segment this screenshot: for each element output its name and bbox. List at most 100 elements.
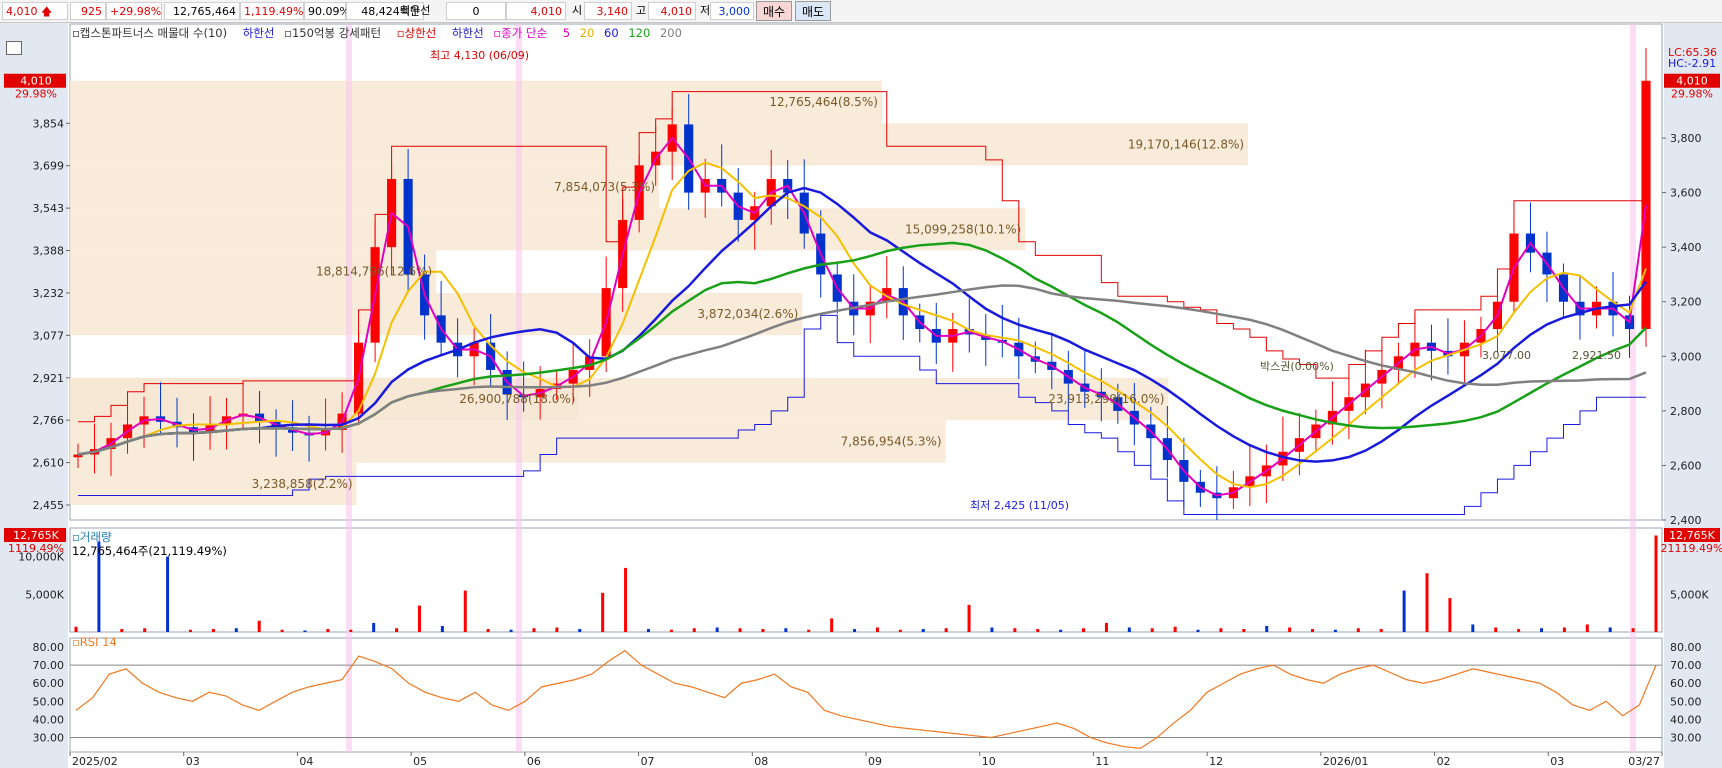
- right-axis-label: 3,600: [1670, 187, 1702, 200]
- volume-bar: [1585, 624, 1589, 632]
- ma-value-label: 3,077.00: [1482, 349, 1531, 362]
- legend-item-volume-profile-label: 캡스톤파트너스 매물대 수(10): [79, 26, 228, 40]
- legend-ma120: 120: [628, 26, 651, 40]
- x-axis-label: 08: [754, 755, 768, 768]
- x-axis-label: 03/27: [1628, 755, 1660, 768]
- x-axis-label: 12: [1209, 755, 1223, 768]
- volume-profile-label: 3,238,858(2.2%): [252, 477, 353, 491]
- volume-bar: [921, 628, 925, 632]
- volume-bar: [853, 628, 857, 632]
- legend-item-lower-band: 하한선: [242, 26, 275, 40]
- volume-bar: [280, 629, 284, 632]
- volume-profile-label: 3,872,034(2.6%): [697, 307, 798, 321]
- rsi-axis-label-right: 60.00: [1670, 677, 1702, 690]
- x-axis-label: 07: [641, 755, 655, 768]
- rsi-axis-label: 50.00: [33, 695, 65, 708]
- left-volume-flag-text: 12,765K: [13, 529, 59, 542]
- rsi-axis-label: 80.00: [33, 641, 65, 654]
- volume-bar: [692, 628, 696, 632]
- candle-body: [1641, 80, 1651, 330]
- volume-profile-bar: [70, 208, 1026, 251]
- volume-bar: [967, 604, 971, 632]
- volume-bar: [349, 629, 353, 632]
- left-axis-label: 3,854: [33, 117, 65, 130]
- volume-bar: [898, 629, 902, 632]
- volume-bar: [395, 628, 399, 632]
- rsi-axis-label-right: 30.00: [1670, 732, 1702, 745]
- volume-bar: [1196, 629, 1200, 632]
- left-axis-label: 3,388: [33, 245, 65, 258]
- volume-bar: [143, 628, 147, 632]
- legend-item-ma: ▫종가 단순: [493, 26, 548, 40]
- volume-bar: [875, 627, 879, 632]
- volume-bar: [601, 592, 605, 632]
- low-annotation: 최저 2,425 (11/05): [970, 499, 1069, 512]
- right-axis-label: 3,800: [1670, 132, 1702, 145]
- x-axis-label: 03: [1550, 755, 1564, 768]
- volume-bar: [1013, 628, 1017, 632]
- volume-bar: [738, 628, 742, 632]
- event-highlight: [346, 24, 352, 752]
- volume-axis-label-right: 5,000K: [1670, 588, 1709, 601]
- left-axis-label: 2,610: [33, 457, 65, 470]
- right-pct-flag-text: 29.98%: [1671, 88, 1713, 101]
- volume-profile-label: 18,814,796(12.6%): [316, 265, 432, 279]
- volume-bar: [372, 622, 376, 632]
- volume-bar: [555, 627, 559, 632]
- volume-bar: [1265, 625, 1269, 632]
- left-axis-label: 3,543: [33, 202, 65, 215]
- volume-bar: [944, 628, 948, 632]
- legend-ma20: 20: [579, 26, 595, 40]
- legend-item-pattern-label: 150억봉 강세패턴: [291, 26, 382, 40]
- volume-bar: [1379, 628, 1383, 632]
- legend-item-upper-label: 상한선: [404, 26, 437, 40]
- volume-bar: [1517, 628, 1521, 632]
- volume-axis-label: 5,000K: [25, 588, 64, 601]
- right-volume-flag-pct: 21119.49%: [1661, 542, 1722, 555]
- volume-profile-label: 15,099,258(10.1%): [905, 222, 1021, 236]
- rsi-axis-label-right: 80.00: [1670, 641, 1702, 654]
- volume-bar: [784, 628, 788, 632]
- legend-item-volume-profile: ▫캡스톤파트너스 매물대 수(10): [72, 26, 228, 40]
- volume-bar: [1448, 598, 1452, 632]
- price-chart[interactable]: 3,238,858(2.2%) 7,856,954(5.3%) 26,900,788…: [0, 0, 1722, 768]
- volume-bar: [1333, 629, 1337, 632]
- volume-bar: [303, 630, 307, 632]
- hc-label: HC:-2.91: [1668, 57, 1716, 70]
- right-price-flag-text: 4,010: [1676, 75, 1708, 88]
- left-axis-label: 2,921: [33, 372, 65, 385]
- volume-bar: [120, 628, 124, 632]
- right-axis-label: 2,400: [1670, 514, 1702, 527]
- volume-bar: [1082, 628, 1086, 632]
- volume-bar: [1494, 627, 1498, 632]
- left-volume-flag-pct: 1119.49%: [8, 542, 64, 555]
- grid-settings-icon[interactable]: [6, 41, 22, 55]
- volume-profile-bar: [70, 420, 946, 463]
- volume-profile-bar: [70, 80, 882, 124]
- x-axis-label: 02: [1437, 755, 1451, 768]
- x-axis-label: 06: [527, 755, 541, 768]
- volume-legend-title: 거래량: [79, 530, 112, 544]
- high-annotation: 최고 4,130 (06/09): [430, 49, 529, 62]
- legend-item-pattern: ▫150억봉 강세패턴: [284, 26, 382, 40]
- rsi-axis-label: 70.00: [33, 659, 65, 672]
- left-axis-label: 3,077: [33, 329, 65, 342]
- volume-bar: [1104, 622, 1108, 632]
- volume-bar: [326, 628, 330, 632]
- breakout-annotation: 박스권(0.00%): [1260, 360, 1334, 373]
- volume-bar: [234, 628, 238, 632]
- volume-panel: [69, 527, 1663, 633]
- volume-bar: [440, 625, 444, 632]
- volume-bar: [578, 628, 582, 632]
- volume-profile-label: 7,854,073(5.3%): [554, 180, 655, 194]
- volume-bar: [807, 629, 811, 632]
- rsi-axis-label-right: 50.00: [1670, 695, 1702, 708]
- left-pct-flag-text: 29.98%: [15, 88, 57, 101]
- volume-bar: [624, 567, 628, 632]
- legend-ma5: 5: [562, 26, 571, 40]
- volume-bar: [1540, 628, 1544, 632]
- volume-profile-label: 23,913,299(16.0%): [1048, 392, 1164, 406]
- volume-bar: [74, 626, 78, 632]
- right-volume-flag-text: 12,765K: [1669, 529, 1715, 542]
- volume-bar: [1311, 628, 1315, 632]
